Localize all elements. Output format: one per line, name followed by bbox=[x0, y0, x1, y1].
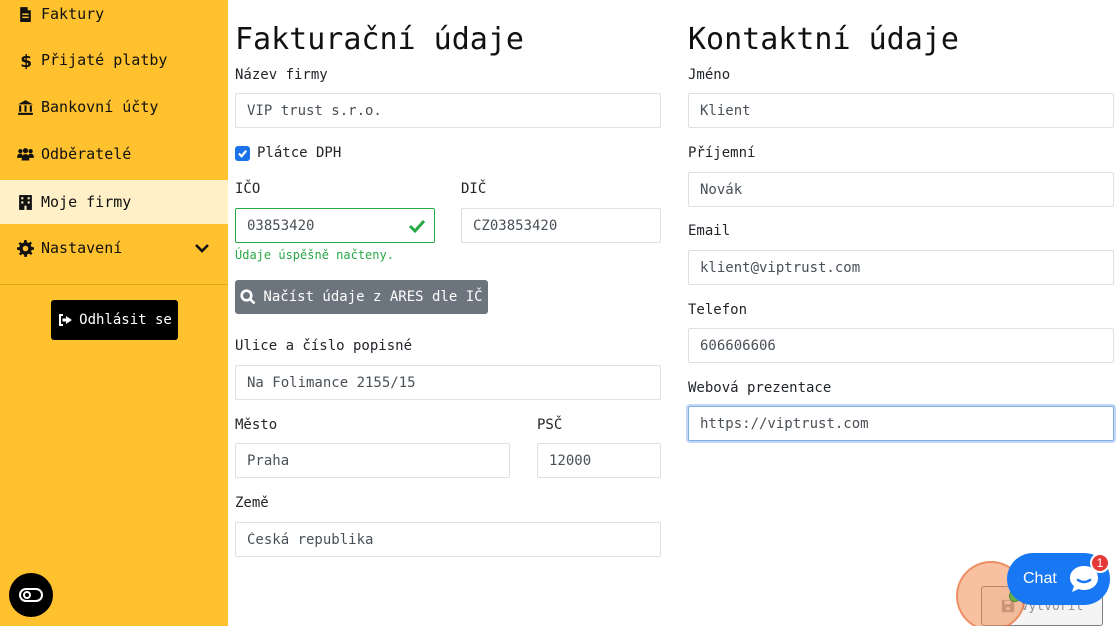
street-input[interactable] bbox=[235, 365, 661, 400]
zip-input[interactable] bbox=[537, 443, 661, 478]
ico-input[interactable] bbox=[235, 208, 435, 243]
ico-label: IČO bbox=[235, 181, 261, 197]
load-ares-label: Načíst údaje z ARES dle IČ bbox=[263, 289, 483, 305]
building-icon bbox=[16, 193, 34, 211]
contact-title: Kontaktní údaje bbox=[688, 22, 959, 57]
email-label: Email bbox=[688, 223, 731, 239]
sidebar-item-moje-firmy[interactable]: Moje firmy bbox=[0, 180, 228, 224]
sidebar-divider bbox=[0, 284, 228, 285]
ico-feedback: Údaje úspěšně načteny. bbox=[235, 248, 394, 262]
sidebar-item-label: Přijaté platby bbox=[41, 51, 168, 69]
sidebar-item-label: Faktury bbox=[41, 5, 105, 23]
country-input[interactable] bbox=[235, 522, 661, 557]
first-name-input[interactable] bbox=[688, 93, 1114, 128]
dic-input[interactable] bbox=[461, 208, 661, 243]
billing-title: Fakturační údaje bbox=[235, 22, 524, 57]
company-name-label: Název firmy bbox=[235, 67, 328, 83]
chevron-down-icon[interactable] bbox=[194, 240, 210, 256]
load-ares-button[interactable]: Načíst údaje z ARES dle IČ bbox=[235, 280, 488, 314]
sidebar-item-faktury[interactable]: Faktury bbox=[0, 0, 228, 36]
company-name-input[interactable] bbox=[235, 93, 661, 128]
sidebar-item-label: Bankovní účty bbox=[41, 98, 159, 116]
accessibility-toggle-button[interactable] bbox=[9, 573, 53, 617]
city-label: Město bbox=[235, 417, 278, 433]
dollar-icon: $ bbox=[16, 51, 34, 69]
document-icon bbox=[16, 5, 34, 23]
sidebar-item-odberatele[interactable]: Odběratelé bbox=[0, 132, 228, 176]
sidebar-item-nastaveni[interactable]: Nastavení bbox=[0, 226, 228, 270]
users-icon bbox=[16, 145, 34, 163]
website-input[interactable] bbox=[688, 406, 1114, 441]
logout-label: Odhlásit se bbox=[79, 312, 172, 328]
vat-payer-label[interactable]: Plátce DPH bbox=[257, 145, 341, 161]
bank-icon bbox=[16, 98, 34, 116]
sidebar-item-bankovni-ucty[interactable]: Bankovní účty bbox=[0, 85, 228, 129]
sidebar: Faktury $ Přijaté platby Bankovní účty O… bbox=[0, 0, 228, 626]
gear-icon bbox=[16, 239, 34, 257]
chat-label: Chat bbox=[1023, 570, 1057, 587]
phone-input[interactable] bbox=[688, 328, 1114, 363]
dic-label: DIČ bbox=[461, 181, 487, 197]
email-input[interactable] bbox=[688, 250, 1114, 285]
city-input[interactable] bbox=[235, 443, 510, 478]
sidebar-item-prijate-platby[interactable]: $ Přijaté platby bbox=[0, 38, 228, 82]
street-label: Ulice a číslo popisné bbox=[235, 338, 413, 354]
valid-check-icon bbox=[408, 218, 426, 234]
first-name-label: Jméno bbox=[688, 67, 731, 83]
sign-out-icon bbox=[59, 314, 73, 326]
search-icon bbox=[240, 289, 256, 305]
country-label: Země bbox=[235, 495, 269, 511]
zip-label: PSČ bbox=[537, 417, 563, 433]
website-label: Webová prezentace bbox=[688, 380, 832, 396]
sidebar-item-label: Moje firmy bbox=[41, 193, 132, 211]
phone-label: Telefon bbox=[688, 302, 748, 318]
sidebar-item-label: Nastavení bbox=[41, 239, 123, 257]
toggle-icon bbox=[19, 588, 43, 602]
svg-text:$: $ bbox=[20, 52, 32, 69]
last-name-input[interactable] bbox=[688, 172, 1114, 207]
vat-payer-checkbox[interactable] bbox=[235, 146, 250, 161]
sidebar-item-label: Odběratelé bbox=[41, 145, 132, 163]
last-name-label: Příjemní bbox=[688, 145, 756, 161]
logout-button[interactable]: Odhlásit se bbox=[51, 300, 178, 340]
chat-badge: 1 bbox=[1090, 553, 1110, 573]
